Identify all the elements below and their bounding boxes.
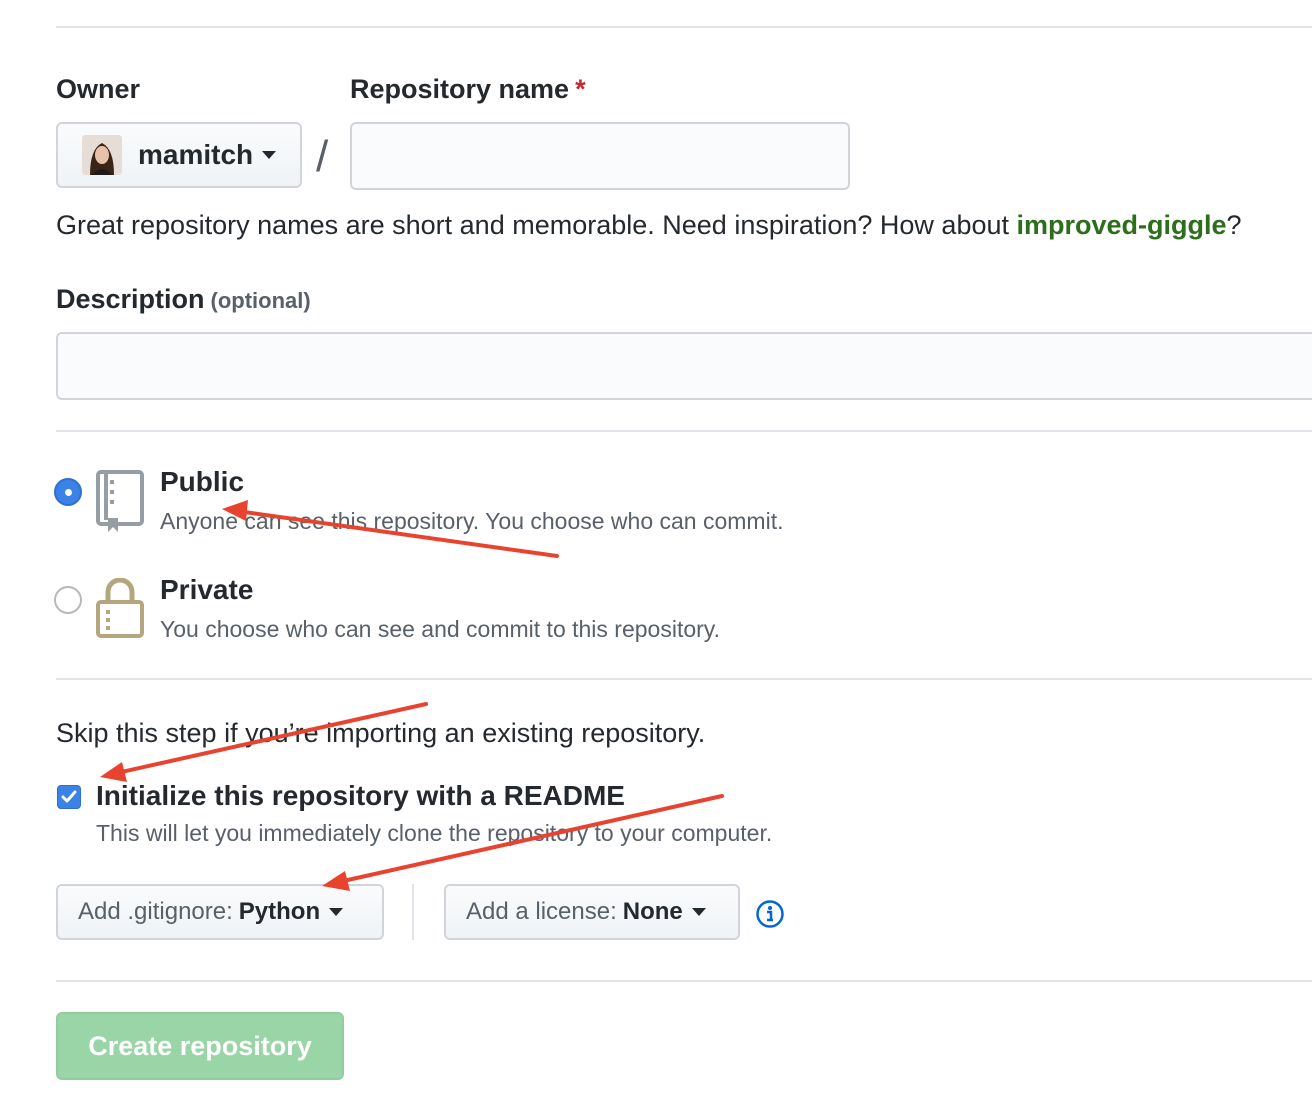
description-label-text: Description (56, 284, 205, 314)
section-divider-3 (56, 980, 1312, 982)
repository-name-input[interactable] (350, 122, 850, 190)
skip-step-note: Skip this step if you’re importing an ex… (56, 718, 706, 748)
repo-book-icon (96, 470, 144, 532)
gitignore-select-button[interactable]: Add .gitignore: Python (56, 884, 384, 940)
annotation-arrowhead-readme (100, 762, 127, 782)
checkmark-icon (61, 790, 77, 803)
private-radio[interactable] (54, 586, 82, 614)
chevron-down-icon (262, 151, 277, 159)
private-description: You choose who can see and commit to thi… (160, 616, 720, 642)
avatar (82, 135, 122, 175)
chevron-down-icon (329, 908, 344, 916)
section-divider-1 (56, 430, 1312, 432)
repository-name-label-text: Repository name (350, 74, 570, 104)
chevron-down-icon (691, 908, 706, 916)
lock-icon (96, 578, 144, 638)
select-divider (412, 884, 414, 940)
create-repository-button[interactable]: Create repository (56, 1012, 344, 1080)
optional-hint: (optional) (210, 288, 311, 313)
gitignore-prefix: Add .gitignore: (78, 898, 233, 925)
hint-suffix: ? (1226, 210, 1242, 240)
license-prefix: Add a license: (466, 898, 617, 925)
repository-name-hint: Great repository names are short and mem… (56, 210, 1242, 241)
public-title: Public (160, 466, 245, 497)
info-icon[interactable] (755, 899, 785, 929)
init-readme-label[interactable]: Initialize this repository with a README (96, 780, 625, 812)
public-radio[interactable] (54, 478, 82, 506)
owner-select-button[interactable]: mamitch (56, 122, 302, 188)
init-readme-checkbox[interactable] (57, 785, 81, 809)
description-input[interactable] (56, 332, 1312, 400)
suggested-name-link[interactable]: improved-giggle (1017, 210, 1227, 240)
license-select-button[interactable]: Add a license: None (444, 884, 740, 940)
top-divider (56, 26, 1312, 28)
license-value: None (622, 898, 683, 925)
public-description: Anyone can see this repository. You choo… (160, 508, 784, 534)
repository-name-label: Repository name * (350, 74, 586, 105)
description-label: Description (optional) (56, 284, 311, 315)
owner-username: mamitch (138, 139, 254, 170)
private-title: Private (160, 574, 254, 605)
init-readme-description: This will let you immediately clone the … (96, 820, 773, 846)
required-asterisk: * (575, 74, 586, 104)
owner-repo-separator: / (316, 132, 329, 181)
avatar-image (82, 135, 122, 175)
gitignore-value: Python (238, 898, 321, 925)
hint-text: Great repository names are short and mem… (56, 210, 1017, 240)
owner-label: Owner (56, 74, 141, 104)
section-divider-2 (56, 678, 1312, 680)
